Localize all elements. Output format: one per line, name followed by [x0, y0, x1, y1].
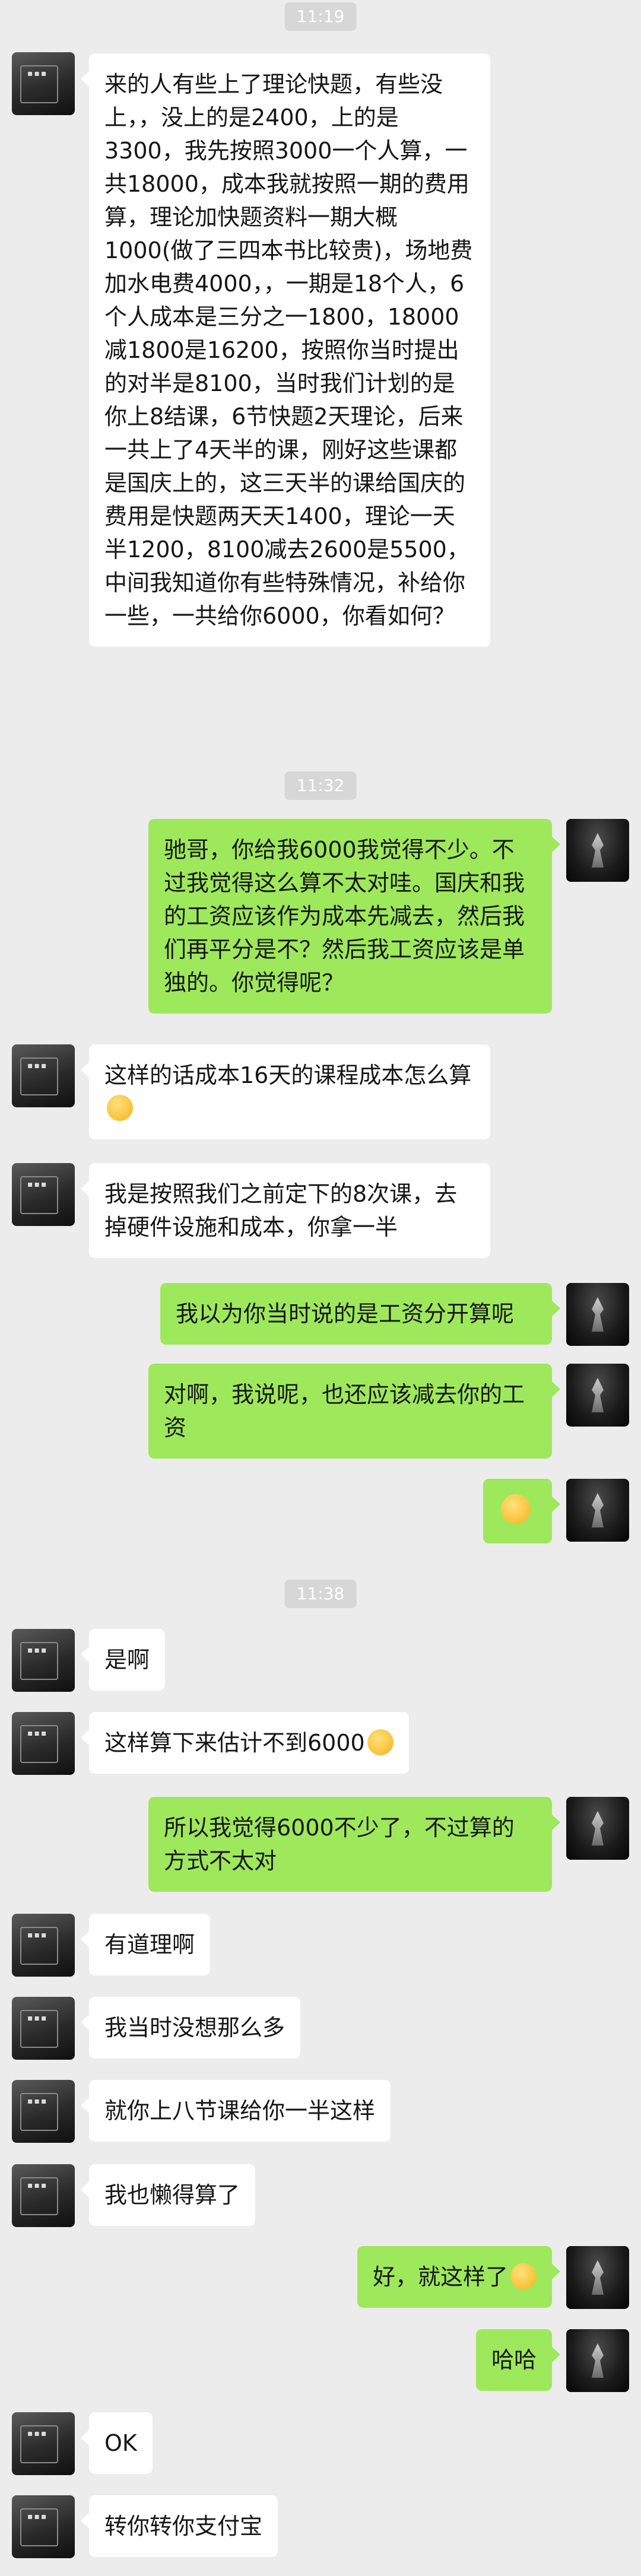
self-avatar[interactable]	[566, 1797, 629, 1860]
tongue-out-emoji-icon	[501, 1494, 531, 1524]
message-bubble-outgoing[interactable]	[483, 1479, 560, 1543]
self-avatar[interactable]	[566, 1479, 629, 1542]
message-bubble-outgoing[interactable]: 所以我觉得6000不少了，不过算的方式不太对	[148, 1797, 560, 1892]
contact-avatar[interactable]	[12, 2495, 75, 2558]
message-bubble-incoming[interactable]: 来的人有些上了理论快题，有些没上，，没上的是2400，上的是3300，我先按照3…	[81, 53, 490, 647]
message-bubble-incoming[interactable]: 有道理啊	[80, 1914, 211, 1975]
timestamp: 11:32	[284, 771, 357, 800]
message-bubble-outgoing[interactable]: 哈哈	[475, 2329, 561, 2391]
message-bubble-incoming[interactable]: OK	[81, 2412, 153, 2474]
timestamp: 11:38	[284, 1580, 357, 1608]
contact-avatar[interactable]	[12, 1163, 75, 1226]
contact-avatar[interactable]	[12, 1914, 75, 1977]
message-bubble-incoming[interactable]: 这样的话成本16天的课程成本怎么算	[81, 1044, 490, 1139]
self-avatar[interactable]	[566, 2246, 629, 2309]
self-avatar[interactable]	[566, 1364, 629, 1427]
message-bubble-incoming[interactable]: 我是按照我们之前定下的8次课，去掉硬件设施和成本，你拿一半	[81, 1163, 490, 1258]
contact-avatar[interactable]	[12, 1044, 75, 1107]
self-avatar[interactable]	[566, 1283, 629, 1346]
contact-avatar[interactable]	[12, 2164, 75, 2227]
smirk-emoji-icon	[510, 2263, 537, 2289]
contact-avatar[interactable]	[12, 1629, 75, 1692]
message-text: 这样算下来估计不到6000	[104, 1730, 365, 1756]
self-avatar[interactable]	[566, 2329, 629, 2392]
sweat-laugh-emoji-icon	[367, 1729, 394, 1755]
message-bubble-incoming[interactable]: 转你转你支付宝	[80, 2495, 278, 2557]
timestamp: 11:19	[284, 2, 357, 31]
message-bubble-incoming[interactable]: 我当时没想那么多	[80, 1997, 301, 2059]
message-bubble-outgoing[interactable]: 对啊，我说呢，也还应该减去你的工资	[148, 1364, 560, 1459]
chat-area: 11:19 来的人有些上了理论快题，有些没上，，没上的是2400，上的是3300…	[0, 0, 641, 2576]
message-bubble-incoming[interactable]: 就你上八节课给你一半这样	[80, 2080, 391, 2142]
message-bubble-outgoing[interactable]: 好，就这样了	[357, 2246, 561, 2308]
contact-avatar[interactable]	[12, 52, 75, 115]
self-avatar[interactable]	[566, 819, 629, 882]
message-bubble-outgoing[interactable]: 驰哥，你给我6000我觉得不少。不过我觉得这么算不太对哇。国庆和我的工资应该作为…	[148, 819, 560, 1014]
message-bubble-incoming[interactable]: 这样算下来估计不到6000	[81, 1712, 409, 1774]
message-text: 这样的话成本16天的课程成本怎么算	[104, 1062, 472, 1088]
message-bubble-incoming[interactable]: 我也懒得算了	[80, 2164, 256, 2226]
contact-avatar[interactable]	[12, 2080, 75, 2143]
contact-avatar[interactable]	[12, 1997, 75, 2060]
contact-avatar[interactable]	[12, 1712, 75, 1775]
message-bubble-outgoing[interactable]: 我以为你当时说的是工资分开算呢	[160, 1283, 560, 1345]
sweat-laugh-emoji-icon	[107, 1095, 133, 1121]
message-bubble-incoming[interactable]: 是啊	[80, 1629, 166, 1691]
contact-avatar[interactable]	[12, 2412, 75, 2475]
message-text: 好，就这样了	[372, 2264, 508, 2290]
